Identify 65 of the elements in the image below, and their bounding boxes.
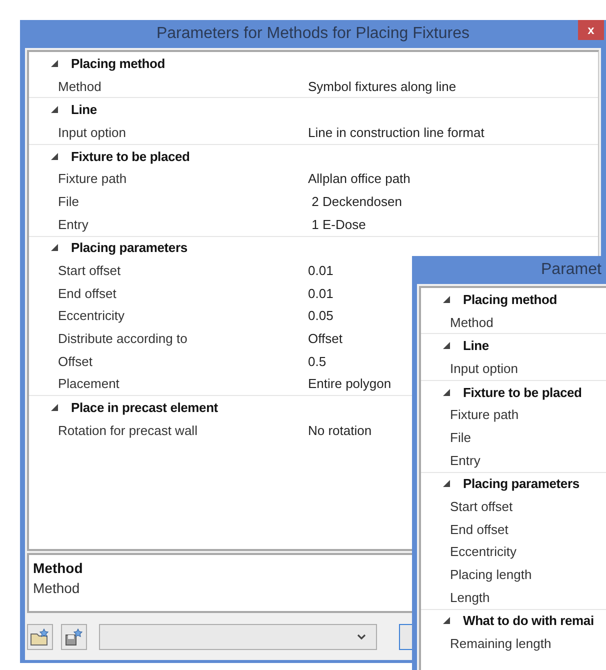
- collapse-triangle-icon[interactable]: [51, 404, 58, 412]
- property-value[interactable]: 2 Deckendosen: [308, 194, 402, 209]
- property-label: End offset: [449, 522, 510, 537]
- group-label: Line: [71, 102, 97, 118]
- property-label: Eccentricity: [449, 544, 518, 560]
- folder-star-icon: [30, 628, 50, 646]
- collapse-triangle-icon[interactable]: [443, 480, 450, 488]
- property-label: Distribute according to: [57, 331, 188, 346]
- property-label: Length: [449, 590, 491, 605]
- collapse-triangle-icon[interactable]: [443, 296, 450, 303]
- collapse-triangle-icon[interactable]: [443, 342, 450, 350]
- property-label: Start offset: [449, 499, 514, 514]
- disk-star-icon: [64, 628, 84, 646]
- group-label: Line: [463, 338, 489, 354]
- property-label: Input option: [57, 124, 127, 140]
- property-label: Remaining length: [449, 636, 552, 652]
- property-label: Eccentricity: [57, 308, 126, 324]
- property-value[interactable]: 1 E-Dose: [308, 216, 366, 232]
- group-label: Placing method: [463, 292, 557, 307]
- property-label: Entry: [57, 216, 90, 232]
- property-label: Fixture path: [449, 407, 520, 422]
- property-value[interactable]: No rotation: [308, 422, 372, 438]
- property-label: File: [449, 430, 472, 445]
- collapse-triangle-icon[interactable]: [51, 60, 58, 67]
- open-favorite-button[interactable]: [27, 624, 53, 650]
- group-label: Placing parameters: [71, 240, 188, 256]
- group-label: Place in precast element: [71, 400, 218, 416]
- property-value[interactable]: Offset: [308, 331, 342, 346]
- property-value[interactable]: Allplan office path: [308, 171, 410, 186]
- group-label: Fixture to be placed: [71, 148, 190, 164]
- collapse-triangle-icon[interactable]: [51, 244, 58, 252]
- collapse-triangle-icon[interactable]: [443, 617, 450, 624]
- property-value[interactable]: 0.01: [308, 286, 334, 301]
- collapse-triangle-icon[interactable]: [51, 152, 58, 160]
- close-button[interactable]: x: [578, 20, 604, 40]
- property-label: Entry: [449, 452, 482, 468]
- property-label: Method: [57, 78, 102, 94]
- description-text: Method: [33, 580, 80, 596]
- property-label: End offset: [57, 286, 118, 301]
- property-value[interactable]: 0.5: [308, 354, 326, 369]
- property-value[interactable]: 0.01: [308, 263, 334, 278]
- group-label: What to do with remai: [463, 613, 594, 628]
- property-value[interactable]: 0.05: [308, 308, 334, 324]
- property-label: Fixture path: [57, 171, 128, 186]
- property-label: File: [57, 194, 80, 209]
- group-label: Placing parameters: [463, 476, 580, 492]
- description-title: Method: [33, 560, 83, 576]
- property-label: Placing length: [449, 567, 533, 582]
- window-title: Paramet: [541, 261, 602, 279]
- chevron-down-icon: [357, 634, 366, 640]
- property-label: Placement: [57, 376, 120, 392]
- collapse-triangle-icon[interactable]: [51, 106, 58, 114]
- property-label: Start offset: [57, 263, 122, 278]
- collapse-triangle-icon[interactable]: [443, 388, 450, 396]
- group-label: Placing method: [71, 56, 165, 71]
- save-favorite-button[interactable]: [61, 624, 87, 650]
- property-value[interactable]: Line in construction line format: [308, 124, 484, 140]
- property-value[interactable]: Symbol fixtures along line: [308, 78, 456, 94]
- property-value[interactable]: Entire polygon: [308, 376, 392, 392]
- property-label: Offset: [57, 354, 94, 369]
- window-title: Parameters for Methods for Placing Fixtures: [156, 25, 470, 43]
- group-label: Fixture to be placed: [463, 384, 582, 400]
- property-label: Method: [449, 314, 494, 330]
- property-label: Input option: [449, 360, 519, 376]
- property-label: Rotation for precast wall: [57, 422, 198, 438]
